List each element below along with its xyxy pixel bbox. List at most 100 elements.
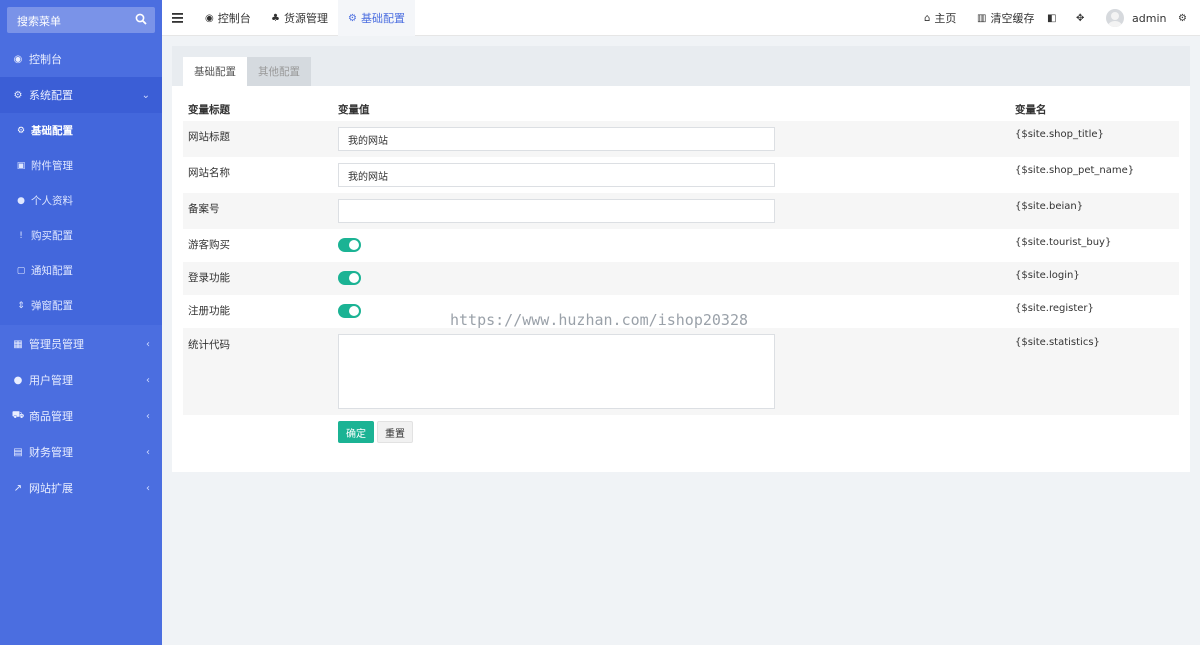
table-row: 游客购买 {$site.tourist_buy} — [183, 229, 1179, 262]
sidebar-item-label: 商品管理 — [29, 410, 73, 423]
row-var: {$site.shop_pet_name} — [1015, 165, 1135, 176]
sidebar-item-label: 用户管理 — [29, 374, 73, 387]
avatar — [1106, 9, 1124, 27]
table-row: 登录功能 {$site.login} — [183, 262, 1179, 295]
search-icon[interactable] — [135, 13, 147, 25]
sidebar-subitem-label: 通知配置 — [31, 265, 73, 277]
header-title: 变量标题 — [188, 104, 230, 116]
exclamation-icon: ! — [19, 230, 23, 241]
sidebar-subitem-profile[interactable]: ● 个人资料 — [0, 183, 162, 218]
sidebar-item-label: 管理员管理 — [29, 338, 84, 351]
reset-button[interactable]: 重置 — [377, 421, 413, 443]
sidebar-item-site-extensions[interactable]: ↗ 网站扩展 ‹ — [0, 470, 162, 506]
table-row: 备案号 {$site.beian} — [183, 193, 1179, 229]
tab-supply-management[interactable]: ♣ 货源管理 — [271, 0, 328, 36]
sidebar-subitem-popup-config[interactable]: ⇕ 弹窗配置 — [0, 288, 162, 323]
site-title-input[interactable]: 我的网站 — [338, 127, 775, 151]
table-row: 网站标题 我的网站 {$site.shop_title} — [183, 121, 1179, 157]
tab-dashboard[interactable]: ◉ 控制台 — [205, 0, 251, 36]
menu-icon — [172, 13, 183, 23]
top-navbar: ◉ 控制台 ♣ 货源管理 ⚙ 基础配置 ⌂ 主页 ▥ 清空缓存 ◧ ✥ admi… — [162, 0, 1200, 36]
sidebar-subitem-attachments[interactable]: ▣ 附件管理 — [0, 148, 162, 183]
row-label: 备案号 — [188, 203, 220, 215]
language-button[interactable]: ◧ — [1047, 0, 1060, 36]
home-link[interactable]: ⌂ 主页 — [924, 0, 956, 36]
menu-search-input[interactable]: 搜索菜单 — [7, 7, 155, 33]
external-link-icon: ↗ — [13, 482, 23, 494]
chevron-left-icon: ‹ — [146, 446, 150, 458]
row-var: {$site.login} — [1015, 270, 1080, 281]
fullscreen-icon: ✥ — [1076, 12, 1085, 24]
sidebar-item-label: 系统配置 — [29, 89, 73, 102]
tab-basic-config[interactable]: ⚙ 基础配置 — [338, 0, 415, 36]
cogs-icon: ⚙ — [13, 89, 23, 101]
sidebar-subitem-notice-config[interactable]: ▢ 通知配置 — [0, 253, 162, 288]
cart-icon: ⛟ — [11, 409, 25, 421]
language-icon: ◧ — [1047, 12, 1057, 24]
tab-label: 控制台 — [217, 12, 251, 25]
sidebar-item-admin-management[interactable]: ▦ 管理员管理 ‹ — [0, 326, 162, 362]
confirm-button[interactable]: 确定 — [338, 421, 374, 443]
row-label: 网站名称 — [188, 167, 230, 179]
clear-cache-button[interactable]: ▥ 清空缓存 — [977, 0, 1034, 36]
settings-button[interactable]: ⚙ — [1178, 0, 1191, 36]
row-label: 游客购买 — [188, 239, 230, 251]
sidebar-item-finance-management[interactable]: ▤ 财务管理 ‹ — [0, 434, 162, 470]
sidebar-item-user-management[interactable]: ● 用户管理 ‹ — [0, 362, 162, 398]
gear-icon: ⚙ — [348, 12, 357, 24]
beian-input[interactable] — [338, 199, 775, 223]
tab-label: 基础配置 — [360, 12, 405, 25]
table-row: 网站名称 我的网站 {$site.shop_pet_name} — [183, 157, 1179, 193]
tab-label: 货源管理 — [283, 12, 328, 25]
sidebar-item-label: 控制台 — [29, 53, 62, 66]
ledger-icon: ▤ — [13, 446, 23, 458]
register-toggle[interactable] — [338, 304, 361, 318]
statistics-code-textarea[interactable] — [338, 334, 775, 409]
header-value: 变量值 — [338, 104, 370, 116]
watermark-text: https://www.huzhan.com/ishop20328 — [450, 311, 749, 329]
tab-basic[interactable]: 基础配置 — [183, 57, 247, 86]
chevron-left-icon: ‹ — [146, 410, 150, 422]
user-menu[interactable]: admin — [1106, 0, 1166, 36]
sidebar-item-dashboard[interactable]: ◉ 控制台 — [0, 41, 162, 77]
sidebar-subitem-label: 购买配置 — [31, 230, 73, 242]
sidebar-subitem-label: 附件管理 — [31, 160, 73, 172]
tourist-buy-toggle[interactable] — [338, 238, 361, 252]
row-var: {$site.statistics} — [1015, 337, 1100, 348]
sidebar-toggle-button[interactable] — [172, 0, 183, 36]
gear-icon: ⚙ — [16, 125, 26, 136]
dashboard-icon: ◉ — [13, 53, 23, 65]
row-label: 登录功能 — [188, 272, 230, 284]
config-panel: 基础配置 其他配置 变量标题 变量值 变量名 网站标题 我的网站 {$site.… — [172, 46, 1190, 472]
trash-icon: ▥ — [977, 12, 987, 24]
home-icon: ⌂ — [924, 12, 931, 24]
cogs-icon: ⚙ — [1178, 12, 1187, 24]
fullscreen-button[interactable]: ✥ — [1076, 0, 1088, 36]
row-var: {$site.register} — [1015, 303, 1094, 314]
sidebar-item-system-config[interactable]: ⚙ 系统配置 ⌄ — [0, 77, 162, 113]
header-name: 变量名 — [1015, 104, 1047, 116]
site-name-input[interactable]: 我的网站 — [338, 163, 775, 187]
table-row: 统计代码 {$site.statistics} — [183, 328, 1179, 415]
config-tabs: 基础配置 其他配置 — [172, 46, 1190, 86]
comment-icon: ▢ — [16, 265, 26, 276]
row-label: 注册功能 — [188, 305, 230, 317]
sidebar-subitem-basic-config[interactable]: ⚙ 基础配置 — [0, 113, 162, 148]
chevron-left-icon: ‹ — [146, 374, 150, 386]
sidebar-subitem-label: 个人资料 — [31, 195, 73, 207]
row-var: {$site.beian} — [1015, 201, 1084, 212]
tab-other[interactable]: 其他配置 — [247, 57, 311, 86]
sidebar-item-product-management[interactable]: ⛟ 商品管理 ‹ — [0, 398, 162, 434]
system-config-submenu: ⚙ 基础配置 ▣ 附件管理 ● 个人资料 ! 购买配置 ▢ 通知配置 ⇕ 弹窗配… — [0, 113, 162, 325]
login-toggle[interactable] — [338, 271, 361, 285]
chevron-down-icon: ⌄ — [141, 89, 150, 101]
row-label: 统计代码 — [188, 339, 230, 351]
row-label: 网站标题 — [188, 131, 230, 143]
image-file-icon: ▣ — [16, 160, 26, 171]
user-icon: ● — [13, 374, 23, 386]
sort-icon: ⇕ — [17, 300, 25, 311]
row-var: {$site.tourist_buy} — [1015, 237, 1112, 248]
sidebar-subitem-purchase-config[interactable]: ! 购买配置 — [0, 218, 162, 253]
sidebar-item-label: 网站扩展 — [29, 482, 73, 495]
dashboard-icon: ◉ — [205, 12, 214, 24]
